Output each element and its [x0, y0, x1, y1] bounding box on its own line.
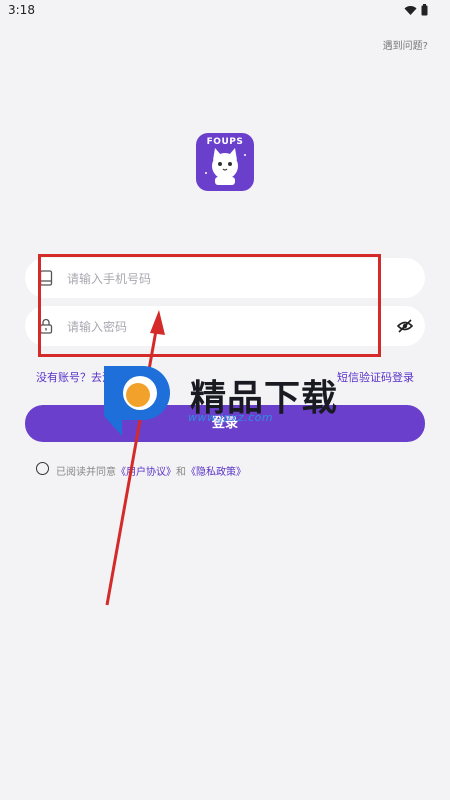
- watermark-logo-icon: [104, 366, 170, 436]
- watermark-url: www.jpxz.com: [188, 411, 274, 424]
